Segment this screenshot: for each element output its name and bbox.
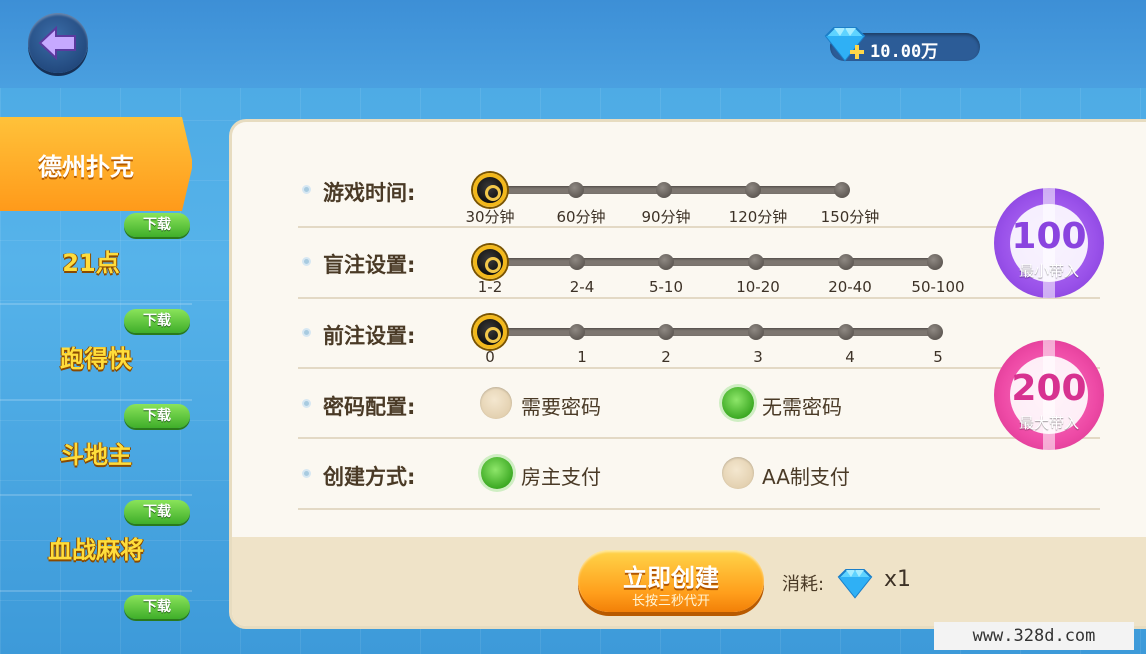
back-arrow-icon [38, 25, 76, 61]
game-time-option[interactable]: 60分钟 [556, 206, 605, 227]
blinds-node[interactable] [838, 254, 854, 270]
blinds-slider-track[interactable] [490, 258, 940, 266]
ante-node[interactable] [927, 324, 943, 340]
ante-option[interactable]: 1 [577, 348, 587, 366]
row-bullet [302, 399, 311, 408]
min-buyin-chip: 100 最小带入 [994, 188, 1104, 298]
row-divider [298, 437, 1100, 439]
cost-label: 消耗: [782, 574, 825, 595]
min-buyin-value: 100 [1011, 216, 1087, 257]
ante-option[interactable]: 0 [485, 348, 495, 366]
tab-label: 血战麻将 [48, 536, 144, 564]
game-time-option[interactable]: 30分钟 [465, 206, 514, 227]
game-time-label: 游戏时间: [323, 181, 416, 205]
password-label: 密码配置: [323, 395, 416, 419]
back-button[interactable] [28, 13, 88, 73]
blinds-node[interactable] [569, 254, 585, 270]
blinds-option[interactable]: 20-40 [828, 278, 872, 296]
password-required-label[interactable]: 需要密码 [521, 391, 601, 420]
row-divider [298, 226, 1100, 228]
password-none-label[interactable]: 无需密码 [762, 391, 842, 420]
download-button-mahjong[interactable]: 下载 [124, 500, 190, 524]
row-divider [298, 508, 1100, 510]
ante-option[interactable]: 3 [753, 348, 763, 366]
ante-node[interactable] [748, 324, 764, 340]
diamond-plus-icon[interactable] [820, 24, 870, 64]
ante-option[interactable]: 5 [933, 348, 943, 366]
row-bullet [302, 257, 311, 266]
site-watermark: www.328d.com [934, 622, 1134, 650]
ante-slider-track[interactable] [490, 328, 940, 336]
sidebar-divider [0, 494, 192, 496]
blinds-option[interactable]: 10-20 [736, 278, 780, 296]
password-required-radio[interactable] [480, 387, 512, 419]
game-time-node[interactable] [656, 182, 672, 198]
create-method-label: 创建方式: [323, 465, 416, 489]
balance-value: 10.00万 [870, 42, 939, 62]
blinds-option[interactable]: 1-2 [478, 278, 503, 296]
create-room-label: 立即创建 [623, 564, 719, 592]
tab-texas-holdem[interactable]: 德州扑克 [0, 117, 192, 211]
download-button-doudizhu[interactable]: 下载 [124, 404, 190, 428]
row-bullet [302, 469, 311, 478]
game-time-node[interactable] [568, 182, 584, 198]
game-time-option[interactable]: 90分钟 [641, 206, 690, 227]
owner-pay-radio[interactable] [481, 457, 513, 489]
blinds-option[interactable]: 50-100 [911, 278, 964, 296]
create-room-button[interactable]: 立即创建 长按三秒代开 [578, 550, 764, 612]
row-divider [298, 367, 1100, 369]
aa-pay-label[interactable]: AA制支付 [762, 461, 850, 490]
password-none-radio[interactable] [722, 387, 754, 419]
game-sidebar: 德州扑克 下载 21点 下载 跑得快 下载 斗地主 下载 血战麻将 下载 [0, 117, 200, 637]
row-bullet [302, 328, 311, 337]
game-time-node[interactable] [834, 182, 850, 198]
game-time-option[interactable]: 120分钟 [729, 206, 788, 227]
blinds-node[interactable] [748, 254, 764, 270]
blinds-node[interactable] [927, 254, 943, 270]
sidebar-divider [0, 590, 192, 592]
ante-option[interactable]: 4 [845, 348, 855, 366]
game-time-slider-knob[interactable] [473, 173, 507, 207]
ante-option[interactable]: 2 [661, 348, 671, 366]
blinds-label: 盲注设置: [323, 253, 416, 277]
aa-pay-radio[interactable] [722, 457, 754, 489]
min-buyin-label: 最小带入 [1018, 262, 1079, 280]
sidebar-divider [0, 399, 192, 401]
download-button-paodekuai[interactable]: 下载 [124, 309, 190, 333]
game-time-option[interactable]: 150分钟 [821, 206, 880, 227]
create-room-hint: 长按三秒代开 [631, 594, 710, 609]
ante-slider-knob[interactable] [473, 315, 507, 349]
row-bullet [302, 185, 311, 194]
ante-label: 前注设置: [323, 324, 416, 348]
blinds-option[interactable]: 5-10 [649, 278, 683, 296]
max-buyin-label: 最大带入 [1018, 414, 1079, 432]
ante-node[interactable] [658, 324, 674, 340]
tab-label: 德州扑克 [38, 153, 134, 181]
tab-label: 斗地主 [60, 441, 132, 469]
ante-node[interactable] [569, 324, 585, 340]
max-buyin-value: 200 [1011, 368, 1087, 409]
download-button-extra[interactable]: 下载 [124, 595, 190, 619]
max-buyin-chip: 200 最大带入 [994, 340, 1104, 450]
cost-value: x1 [884, 567, 912, 592]
owner-pay-label[interactable]: 房主支付 [521, 461, 601, 490]
download-button-blackjack[interactable]: 下载 [124, 213, 190, 237]
sidebar-divider [0, 303, 192, 305]
game-time-node[interactable] [745, 182, 761, 198]
tab-label: 跑得快 [60, 345, 132, 373]
blinds-slider-knob[interactable] [473, 245, 507, 279]
diamond-icon [837, 569, 873, 599]
row-divider [298, 297, 1100, 299]
blinds-node[interactable] [658, 254, 674, 270]
tab-label: 21点 [62, 249, 120, 277]
blinds-option[interactable]: 2-4 [570, 278, 595, 296]
ante-node[interactable] [838, 324, 854, 340]
